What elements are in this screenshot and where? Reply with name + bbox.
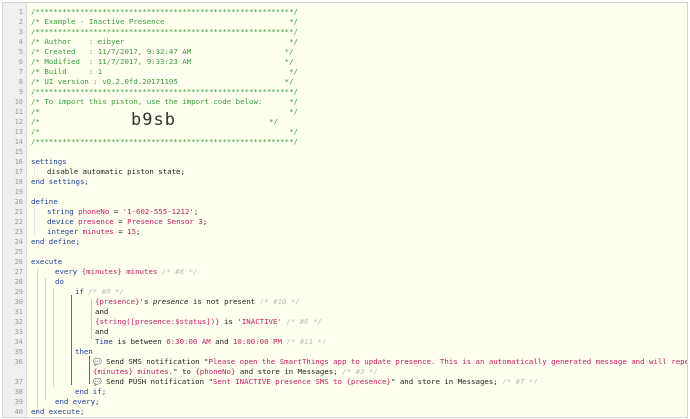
line-number: 28 <box>14 278 23 286</box>
line-number: 30 <box>14 298 23 306</box>
do-block-guide <box>53 288 54 388</box>
code-line-7: /* Build : 1 */ <box>31 67 298 76</box>
import-line-end: */ <box>269 117 278 126</box>
end-define-keyword: end define; <box>31 237 80 246</box>
line-number: 19 <box>14 188 23 196</box>
if-block-guide <box>71 295 72 385</box>
define-var-minutes: integer minutes = 15; <box>47 227 141 236</box>
line-number: 2 <box>18 18 23 26</box>
then-block-guide <box>89 356 90 384</box>
line-number: 7 <box>18 68 23 76</box>
settings-item: disable automatic piston state; <box>47 167 185 176</box>
end-execute-keyword: end execute; <box>31 407 85 416</box>
line-number: 22 <box>14 218 23 226</box>
code-line-4: /* Author : eibyer */ <box>31 37 298 46</box>
line-number-gutter: 1 2 3 4 5 6 7 8 9 10 11 12 13 14 15 16 17 18 19 20 21 22 23 24 2… <box>3 3 27 417</box>
line-number: 17 <box>14 168 23 176</box>
line-number: 32 <box>14 318 23 326</box>
line-number: 16 <box>14 158 23 166</box>
line-number: 18 <box>14 178 23 186</box>
line-number: 20 <box>14 198 23 206</box>
line-number: 6 <box>18 58 23 66</box>
define-var-phone: string phoneNo = '1-602-555-1212'; <box>47 207 199 216</box>
condition-status[interactable]: {string([presence:$status])} is 'INACTIV… <box>95 317 322 327</box>
line-number: 14 <box>14 138 23 146</box>
code-line-14: /***************************************… <box>31 137 298 146</box>
then-keyword: then <box>75 347 93 356</box>
line-number: 26 <box>14 258 23 266</box>
line-number: 34 <box>14 338 23 346</box>
line-number: 39 <box>14 398 23 406</box>
line-number: 23 <box>14 228 23 236</box>
line-number: 40 <box>14 408 23 416</box>
line-number: 4 <box>18 38 23 46</box>
define-var-presence: device presence = Presence Sensor 3; <box>47 217 208 226</box>
code-line-10: /* To import this piston, use the import… <box>31 97 298 106</box>
line-number: 37 <box>14 378 23 386</box>
line-number: 21 <box>14 208 23 216</box>
line-number: 10 <box>14 98 23 106</box>
code-line-9: /***************************************… <box>31 87 298 96</box>
end-if-keyword: end if; <box>75 387 107 396</box>
line-number: 33 <box>14 328 23 336</box>
execute-block-guide <box>37 269 38 412</box>
code-line-8: /* UI version : v0.2.0fd.20171105 */ <box>31 77 294 86</box>
line-number: 5 <box>18 48 23 56</box>
chat-bubble-icon: 💬 <box>93 378 102 386</box>
end-every-keyword: end every; <box>55 397 100 406</box>
sms-action[interactable]: 💬 Send SMS notification "Please open the… <box>93 357 687 367</box>
condition-presence[interactable]: {presence}'s presence is not present /* … <box>95 297 300 307</box>
line-number: 31 <box>14 308 23 316</box>
code-line-3: /***************************************… <box>31 27 298 36</box>
chat-bubble-icon: 💬 <box>93 358 102 366</box>
code-line-5: /* Created : 11/7/2017, 9:32:47 AM */ <box>31 47 294 56</box>
settings-guide <box>34 166 35 175</box>
line-number: 38 <box>14 388 23 396</box>
line-number: 15 <box>14 148 23 156</box>
every-block-guide <box>45 278 46 400</box>
line-number: 3 <box>18 28 23 36</box>
line-number: 29 <box>14 288 23 296</box>
line-number: 36 <box>14 358 23 366</box>
line-number: 12 <box>14 118 23 126</box>
code-editor: 1 2 3 4 5 6 7 8 9 10 11 12 13 14 15 16 17 18 19 20 21 22 23 24 2… <box>2 2 688 418</box>
code-line-1: /***************************************… <box>31 7 298 16</box>
define-keyword: define <box>31 197 58 206</box>
sms-action-continued: {minutes} minutes." to {phoneNo} and sto… <box>93 367 378 376</box>
condition-time[interactable]: Time is between 6:30:00 AM and 10:00:00 … <box>95 337 326 347</box>
condition-and-2: and <box>95 327 109 336</box>
every-statement[interactable]: every {minutes} minutes /* #8 */ <box>55 267 197 277</box>
line-number: 11 <box>14 108 23 116</box>
conditions-guide <box>91 299 92 339</box>
import-code: b9sb <box>131 110 176 130</box>
code-line-6: /* Modified : 11/7/2017, 9:33:23 AM */ <box>31 57 294 66</box>
condition-and-1: and <box>95 307 109 316</box>
line-number: 25 <box>14 248 23 256</box>
if-statement[interactable]: if /* #9 */ <box>75 287 124 297</box>
code-line-2: /* Example - Inactive Presence */ <box>31 17 298 26</box>
execute-keyword: execute <box>31 257 63 266</box>
define-guide <box>34 206 35 235</box>
settings-keyword: settings <box>31 157 67 166</box>
line-number: 24 <box>14 238 23 246</box>
line-number: 13 <box>14 128 23 136</box>
push-action[interactable]: 💬 Send PUSH notification "Sent INACTIVE … <box>93 377 538 387</box>
line-number: 9 <box>18 88 23 96</box>
line-number: 35 <box>14 348 23 356</box>
line-number: 27 <box>14 268 23 276</box>
code-area: /***************************************… <box>31 3 687 417</box>
line-number: 8 <box>18 78 23 86</box>
line-number: 1 <box>18 8 23 16</box>
do-keyword: do <box>55 277 64 286</box>
end-settings-keyword: end settings; <box>31 177 89 186</box>
